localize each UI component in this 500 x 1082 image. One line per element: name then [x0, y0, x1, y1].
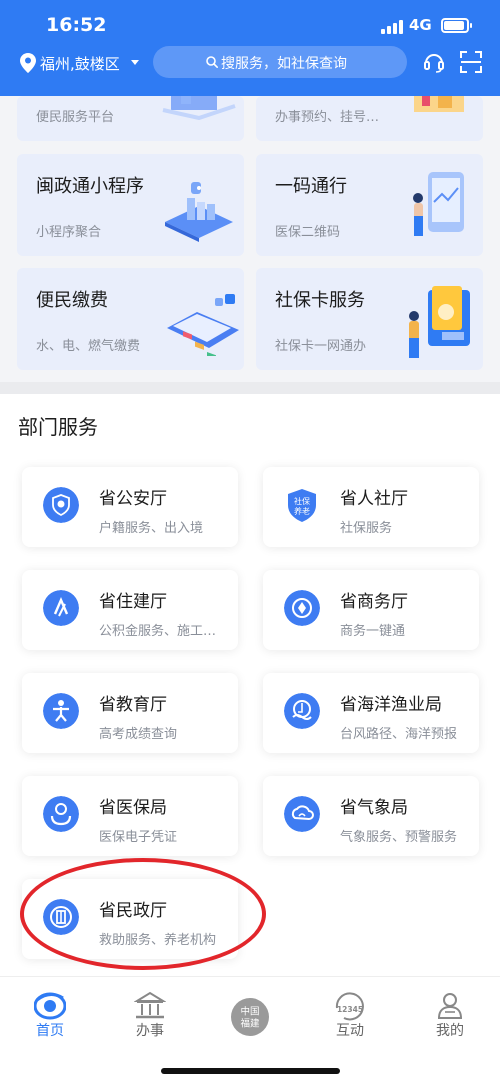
dept-card-weather[interactable]: 省气象局 气象服务、预警服务 [263, 776, 479, 856]
network-type: 4G [409, 16, 432, 34]
nav-services[interactable]: 办事 [110, 977, 190, 1047]
medical-insurance-icon [43, 796, 79, 832]
bottom-navigation: 首页 办事 中国 福建 12345 互动 我的 [0, 976, 500, 1082]
dept-name: 省住建厅 [99, 592, 167, 612]
department-services-section: 部门服务 省公安厅 户籍服务、出入境 社保 养老 省人社厅 社保服务 省住建厅 … [0, 394, 500, 976]
dept-description: 高考成绩查询 [99, 727, 178, 742]
dept-name: 省海洋渔业局 [340, 695, 442, 715]
home-indicator[interactable] [161, 1068, 340, 1074]
mini-program-illustration-icon [165, 182, 233, 242]
battery-icon [441, 18, 472, 33]
dept-name: 省医保局 [99, 798, 167, 818]
service-card-appointment[interactable]: 办事预约、挂号… [256, 96, 483, 141]
service-card-subtitle: 水、电、燃气缴费 [36, 339, 141, 354]
building-icon [134, 991, 166, 1019]
commerce-icon [284, 590, 320, 626]
customer-service-icon[interactable] [423, 51, 445, 73]
dept-card-public-security[interactable]: 省公安厅 户籍服务、出入境 [22, 467, 238, 547]
service-card-mini-program[interactable]: 闽政通小程序 小程序聚合 [17, 154, 244, 256]
status-bar: 16:52 4G [0, 0, 500, 46]
dept-description: 救助服务、养老机构 [99, 933, 217, 948]
nav-interaction[interactable]: 12345 互动 [310, 977, 390, 1047]
dept-card-human-resources[interactable]: 社保 养老 省人社厅 社保服务 [263, 467, 479, 547]
social-security-card-illustration-icon [409, 286, 470, 358]
dept-card-medical-insurance[interactable]: 省医保局 医保电子凭证 [22, 776, 238, 856]
dept-card-civil-affairs[interactable]: 省民政厅 救助服务、养老机构 [22, 879, 238, 959]
dept-card-commerce[interactable]: 省商务厅 商务一键通 [263, 570, 479, 650]
qr-pass-illustration-icon [413, 172, 464, 236]
nav-label: 互动 [336, 1023, 364, 1039]
location-pin-icon [20, 53, 36, 73]
service-card-platform[interactable]: 便民服务平台 [17, 96, 244, 141]
chevron-down-icon[interactable] [131, 60, 139, 65]
housing-icon [43, 590, 79, 626]
search-placeholder: 搜服务，如社保查询 [221, 56, 347, 72]
service-card-qr-pass[interactable]: 一码通行 医保二维码 [256, 154, 483, 256]
svg-text:福建: 福建 [240, 1018, 260, 1030]
fujian-emblem-icon: 中国 福建 [231, 998, 269, 1036]
dept-description: 台风路径、海洋预报 [340, 727, 458, 742]
dept-name: 省民政厅 [99, 901, 167, 921]
dept-card-ocean-fishery[interactable]: 省海洋渔业局 台风路径、海洋预报 [263, 673, 479, 753]
service-card-title: 便民缴费 [36, 290, 108, 311]
nav-profile[interactable]: 我的 [410, 977, 490, 1047]
svg-text:社保: 社保 [294, 496, 310, 506]
service-card-payment[interactable]: 便民缴费 水、电、燃气缴费 [17, 268, 244, 370]
nav-home[interactable]: 首页 [10, 977, 90, 1047]
dept-card-housing[interactable]: 省住建厅 公积金服务、施工… [22, 570, 238, 650]
nav-label: 办事 [136, 1023, 164, 1039]
dept-description: 户籍服务、出入境 [99, 521, 204, 536]
appointment-illustration-icon [414, 96, 464, 112]
dept-name: 省教育厅 [99, 695, 167, 715]
svg-text:中国: 中国 [240, 1006, 259, 1018]
dept-description: 公积金服务、施工… [99, 624, 217, 639]
dept-description: 医保电子凭证 [99, 830, 178, 845]
service-card-subtitle: 办事预约、挂号… [275, 110, 380, 125]
service-card-subtitle: 便民服务平台 [36, 110, 115, 125]
weather-icon [284, 796, 320, 832]
search-bar[interactable]: 搜服务，如社保查询 [153, 46, 407, 78]
service-card-subtitle: 医保二维码 [275, 225, 341, 240]
section-divider [0, 382, 500, 394]
service-platform-illustration-icon [162, 96, 236, 120]
education-icon [43, 693, 79, 729]
status-time: 16:52 [46, 14, 107, 36]
app-header: 16:52 4G 福州,鼓楼区 搜服务，如社保查询 [0, 0, 500, 96]
civil-affairs-icon [43, 899, 79, 935]
dept-name: 省人社厅 [340, 489, 408, 509]
service-card-social-security[interactable]: 社保卡服务 社保卡一网通办 [256, 268, 483, 370]
nav-fujian-emblem[interactable]: 中国 福建 [210, 977, 290, 1047]
service-card-title: 闽政通小程序 [36, 176, 144, 197]
service-card-subtitle: 社保卡一网通办 [275, 339, 367, 354]
header-toolbar: 福州,鼓楼区 搜服务，如社保查询 [0, 44, 500, 84]
service-card-subtitle: 小程序聚合 [36, 225, 102, 240]
service-card-title: 社保卡服务 [275, 290, 365, 311]
home-icon [34, 992, 66, 1020]
signal-icon [381, 20, 403, 34]
scan-icon[interactable] [460, 51, 482, 73]
profile-icon [437, 993, 463, 1019]
dept-name: 省气象局 [340, 798, 408, 818]
dept-card-education[interactable]: 省教育厅 高考成绩查询 [22, 673, 238, 753]
dept-description: 商务一键通 [340, 624, 406, 639]
section-title: 部门服务 [18, 415, 98, 439]
location-selector[interactable]: 福州,鼓楼区 [40, 53, 120, 74]
hotline-icon: 12345 [335, 992, 364, 1021]
svg-text:12345: 12345 [337, 1005, 363, 1014]
dept-description: 气象服务、预警服务 [340, 830, 458, 845]
svg-text:养老: 养老 [294, 506, 310, 516]
dept-description: 社保服务 [340, 521, 393, 536]
ocean-fishery-icon [284, 693, 320, 729]
social-security-icon: 社保 养老 [288, 489, 316, 522]
nav-label: 我的 [436, 1023, 464, 1039]
payment-illustration-icon [167, 294, 239, 356]
nav-label: 首页 [36, 1023, 64, 1039]
search-icon [206, 56, 218, 68]
police-badge-icon [43, 487, 79, 523]
service-card-title: 一码通行 [275, 176, 347, 197]
dept-name: 省商务厅 [340, 592, 408, 612]
dept-name: 省公安厅 [99, 489, 167, 509]
